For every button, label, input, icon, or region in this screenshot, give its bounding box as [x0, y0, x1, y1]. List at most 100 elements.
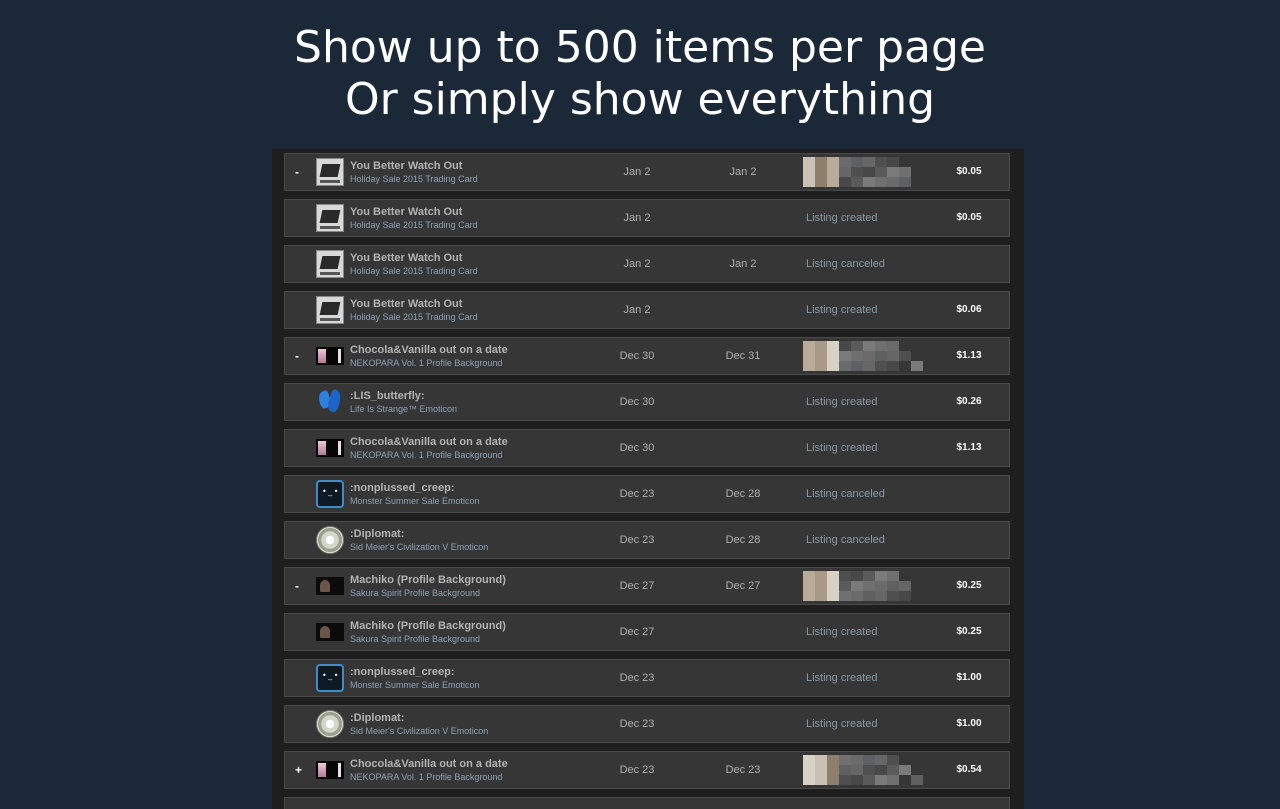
expand-toggle[interactable]: +	[295, 752, 302, 788]
item-name[interactable]: Machiko (Profile Background)	[350, 620, 590, 632]
history-row[interactable]: You Better Watch Out Holiday Sale 2015 Tr…	[284, 291, 1010, 329]
expand-toggle[interactable]: -	[295, 154, 299, 190]
item-name[interactable]: :Diplomat:	[350, 712, 590, 724]
butterfly-emoticon-icon	[316, 388, 344, 416]
listed-date: Jan 2	[623, 304, 651, 316]
creep-emoticon-icon	[316, 480, 344, 508]
diplomat-emoticon-icon	[316, 710, 344, 738]
item-name[interactable]: You Better Watch Out	[350, 160, 590, 172]
expand-toggle[interactable]: -	[295, 338, 299, 374]
listed-date: Jan 2	[623, 258, 651, 270]
item-name[interactable]: You Better Watch Out	[350, 252, 590, 264]
listing-status: Listing created	[806, 396, 878, 408]
listed-date: Dec 27	[619, 626, 655, 638]
item-game: Sid Meier's Civilization V Emoticon	[350, 726, 489, 736]
history-row[interactable]: :nonplussed_creep: Monster Summer Sale Em…	[284, 659, 1010, 697]
trading-card-icon	[316, 158, 344, 186]
listed-date: Dec 30	[619, 350, 655, 362]
item-game: NEKOPARA Vol. 1 Profile Background	[350, 450, 503, 460]
item-name[interactable]: :nonplussed_creep:	[350, 482, 590, 494]
item-game: Sid Meier's Civilization V Emoticon	[350, 542, 489, 552]
profile-background-icon	[316, 761, 344, 779]
listing-status: Listing created	[806, 442, 878, 454]
item-price: $0.26	[956, 396, 982, 407]
trading-card-icon	[316, 250, 344, 278]
listing-status: Listing created	[806, 212, 878, 224]
item-game: Life Is Strange™ Emoticon	[350, 404, 458, 414]
item-price: $1.13	[956, 350, 982, 361]
market-history-list: - You Better Watch Out Holiday Sale 2015 T…	[272, 149, 1024, 809]
acted-date: Jan 2	[729, 166, 757, 178]
item-price: $1.00	[956, 718, 982, 729]
item-price: $1.13	[956, 442, 982, 453]
listed-date: Jan 2	[623, 166, 651, 178]
listed-date: Dec 23	[619, 718, 655, 730]
history-row[interactable]: :Diplomat: Sid Meier's Civilization V Emo…	[284, 521, 1010, 559]
listing-status: Listing created	[806, 626, 878, 638]
profile-background-icon	[316, 347, 344, 365]
acted-date	[703, 384, 783, 420]
listed-date: Dec 23	[619, 488, 655, 500]
acted-date: Jan 2	[729, 258, 757, 270]
acted-date	[703, 706, 783, 742]
item-name[interactable]: Chocola&Vanilla out on a date	[350, 758, 590, 770]
history-row[interactable]: :Diplomat: Sid Meier's Civilization V Emo…	[284, 705, 1010, 743]
history-row[interactable]: - Machiko (Profile Background) Sakura Spir…	[284, 567, 1010, 605]
history-row[interactable]: You Better Watch Out Holiday Sale 2015 Tr…	[284, 199, 1010, 237]
acted-date	[703, 430, 783, 466]
item-name[interactable]: :nonplussed_creep:	[350, 666, 590, 678]
history-row[interactable]: + Chocola&Vanilla out on a date NEKOPARA V…	[284, 751, 1010, 789]
item-price: $0.05	[956, 166, 982, 177]
item-game: Holiday Sale 2015 Trading Card	[350, 220, 478, 230]
item-price: $0.06	[956, 304, 982, 315]
acted-date: Dec 28	[725, 534, 761, 546]
history-row[interactable]: - You Better Watch Out Holiday Sale 2015 T…	[284, 153, 1010, 191]
acted-date	[703, 614, 783, 650]
item-game: Holiday Sale 2015 Trading Card	[350, 312, 478, 322]
profile-background-icon	[316, 439, 344, 457]
headline-line-2: Or simply show everything	[344, 74, 936, 125]
history-row[interactable]: :LIS_butterfly: Life Is Strange™ Emoticon…	[284, 383, 1010, 421]
item-name[interactable]: Machiko (Profile Background)	[350, 574, 590, 586]
history-row[interactable]: Machiko (Profile Background) Sakura Spiri…	[284, 613, 1010, 651]
item-price: $0.05	[956, 212, 982, 223]
listing-status: Listing canceled	[806, 488, 885, 500]
item-game: Monster Summer Sale Emoticon	[350, 496, 480, 506]
item-game: Holiday Sale 2015 Trading Card	[350, 174, 478, 184]
listed-date: Jan 2	[623, 212, 651, 224]
listed-date: Dec 23	[619, 672, 655, 684]
item-name[interactable]: Chocola&Vanilla out on a date	[350, 436, 590, 448]
pixelated-buyer-avatar	[803, 341, 923, 371]
acted-date: Dec 31	[725, 350, 761, 362]
item-name[interactable]: :Diplomat:	[350, 528, 590, 540]
item-name[interactable]: You Better Watch Out	[350, 206, 590, 218]
trading-card-icon	[316, 204, 344, 232]
listed-date: Dec 30	[619, 442, 655, 454]
expand-toggle[interactable]: -	[295, 568, 299, 604]
history-row[interactable]: - Chocola&Vanilla out on a date NEKOPARA V…	[284, 337, 1010, 375]
acted-date: Dec 23	[725, 764, 761, 776]
item-name[interactable]: Chocola&Vanilla out on a date	[350, 344, 590, 356]
history-row[interactable]: Chocola&Vanilla out on a date NEKOPARA Vo…	[284, 429, 1010, 467]
listed-date: Dec 27	[619, 580, 655, 592]
acted-date	[703, 660, 783, 696]
sakura-background-icon	[316, 577, 344, 595]
history-row[interactable]: You Better Watch Out Holiday Sale 2015 Tr…	[284, 245, 1010, 283]
promo-headline: Show up to 500 items per page Or simply …	[0, 22, 1280, 126]
listing-status: Listing created	[806, 718, 878, 730]
item-game: NEKOPARA Vol. 1 Profile Background	[350, 358, 503, 368]
sakura-background-icon	[316, 623, 344, 641]
item-price: $0.25	[956, 626, 982, 637]
headline-line-1: Show up to 500 items per page	[294, 22, 986, 73]
item-game: Holiday Sale 2015 Trading Card	[350, 266, 478, 276]
item-name[interactable]: :LIS_butterfly:	[350, 390, 590, 402]
listed-date: Dec 23	[619, 534, 655, 546]
history-row[interactable]: :nonplussed_creep: Monster Summer Sale Em…	[284, 475, 1010, 513]
item-name[interactable]: You Better Watch Out	[350, 298, 590, 310]
listing-status: Listing canceled	[806, 258, 885, 270]
pixelated-buyer-avatar	[803, 157, 923, 187]
acted-date	[703, 292, 783, 328]
acted-date: Dec 28	[725, 488, 761, 500]
item-price: $1.00	[956, 672, 982, 683]
item-price: $0.25	[956, 580, 982, 591]
